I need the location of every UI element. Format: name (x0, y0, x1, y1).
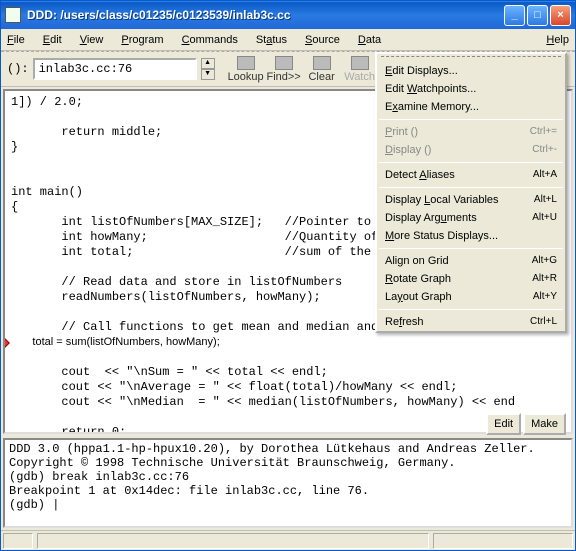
window-title: DDD: /users/class/c01235/c0123539/inlab3… (27, 8, 504, 22)
data-menu-dropdown: Edit Displays... Edit Watchpoints... Exa… (375, 52, 567, 333)
minimize-button[interactable]: _ (504, 5, 525, 26)
menu-detect-aliases[interactable]: Detect AliasesAlt+A (377, 166, 565, 184)
menu-refresh[interactable]: RefreshCtrl+L (377, 313, 565, 331)
breakpoint-icon[interactable] (3, 333, 10, 353)
menu-view[interactable]: View (80, 34, 104, 46)
menu-rotate-graph[interactable]: Rotate GraphAlt+R (377, 270, 565, 288)
location-input[interactable] (33, 58, 197, 80)
title-bar[interactable]: DDD: /users/class/c01235/c0123539/inlab3… (1, 1, 575, 29)
location-spinner[interactable]: ▲▼ (201, 58, 215, 80)
console-view[interactable]: DDD 3.0 (hppa1.1-hp-hpux10.20), by Dorot… (3, 438, 573, 528)
menu-edit[interactable]: Edit (43, 34, 62, 46)
watch-icon (351, 56, 369, 70)
menu-data[interactable]: Data (358, 34, 381, 46)
edit-button[interactable]: Edit (486, 413, 521, 435)
lookup-button[interactable]: Lookup (229, 54, 263, 84)
menu-layout-graph[interactable]: Layout GraphAlt+Y (377, 288, 565, 306)
lookup-icon (237, 56, 255, 70)
menu-bar: File Edit View Program Commands Status S… (1, 29, 575, 51)
status-cell-1 (3, 533, 33, 549)
menu-more-status[interactable]: More Status Displays... (377, 227, 565, 245)
menu-local-variables[interactable]: Display Local VariablesAlt+L (377, 191, 565, 209)
menu-source[interactable]: Source (305, 34, 340, 46)
menu-file[interactable]: File (7, 34, 25, 46)
watch-button: Watch (343, 54, 377, 84)
make-button[interactable]: Make (523, 413, 566, 435)
clear-icon (313, 56, 331, 70)
status-cell-2 (37, 533, 429, 549)
menu-edit-watchpoints[interactable]: Edit Watchpoints... (377, 80, 565, 98)
status-cell-3 (433, 533, 573, 549)
menu-status[interactable]: Status (256, 34, 287, 46)
app-icon (5, 7, 21, 23)
menu-examine-memory[interactable]: Examine Memory... (377, 98, 565, 116)
menu-align-grid[interactable]: Align on GridAlt+G (377, 252, 565, 270)
find-icon (275, 56, 293, 70)
menu-edit-displays[interactable]: Edit Displays... (377, 62, 565, 80)
maximize-button[interactable]: □ (527, 5, 548, 26)
close-button[interactable]: × (550, 5, 571, 26)
clear-button[interactable]: Clear (305, 54, 339, 84)
app-window: DDD: /users/class/c01235/c0123539/inlab3… (0, 0, 576, 551)
menu-arguments[interactable]: Display ArgumentsAlt+U (377, 209, 565, 227)
menu-print: Print ()Ctrl+= (377, 123, 565, 141)
status-bar (1, 530, 575, 550)
menu-help[interactable]: Help (546, 34, 569, 46)
menu-program[interactable]: Program (121, 34, 163, 46)
menu-commands[interactable]: Commands (182, 34, 238, 46)
find-button[interactable]: Find>> (267, 54, 301, 84)
menu-display: Display ()Ctrl+- (377, 141, 565, 159)
location-prefix: (): (7, 62, 29, 76)
